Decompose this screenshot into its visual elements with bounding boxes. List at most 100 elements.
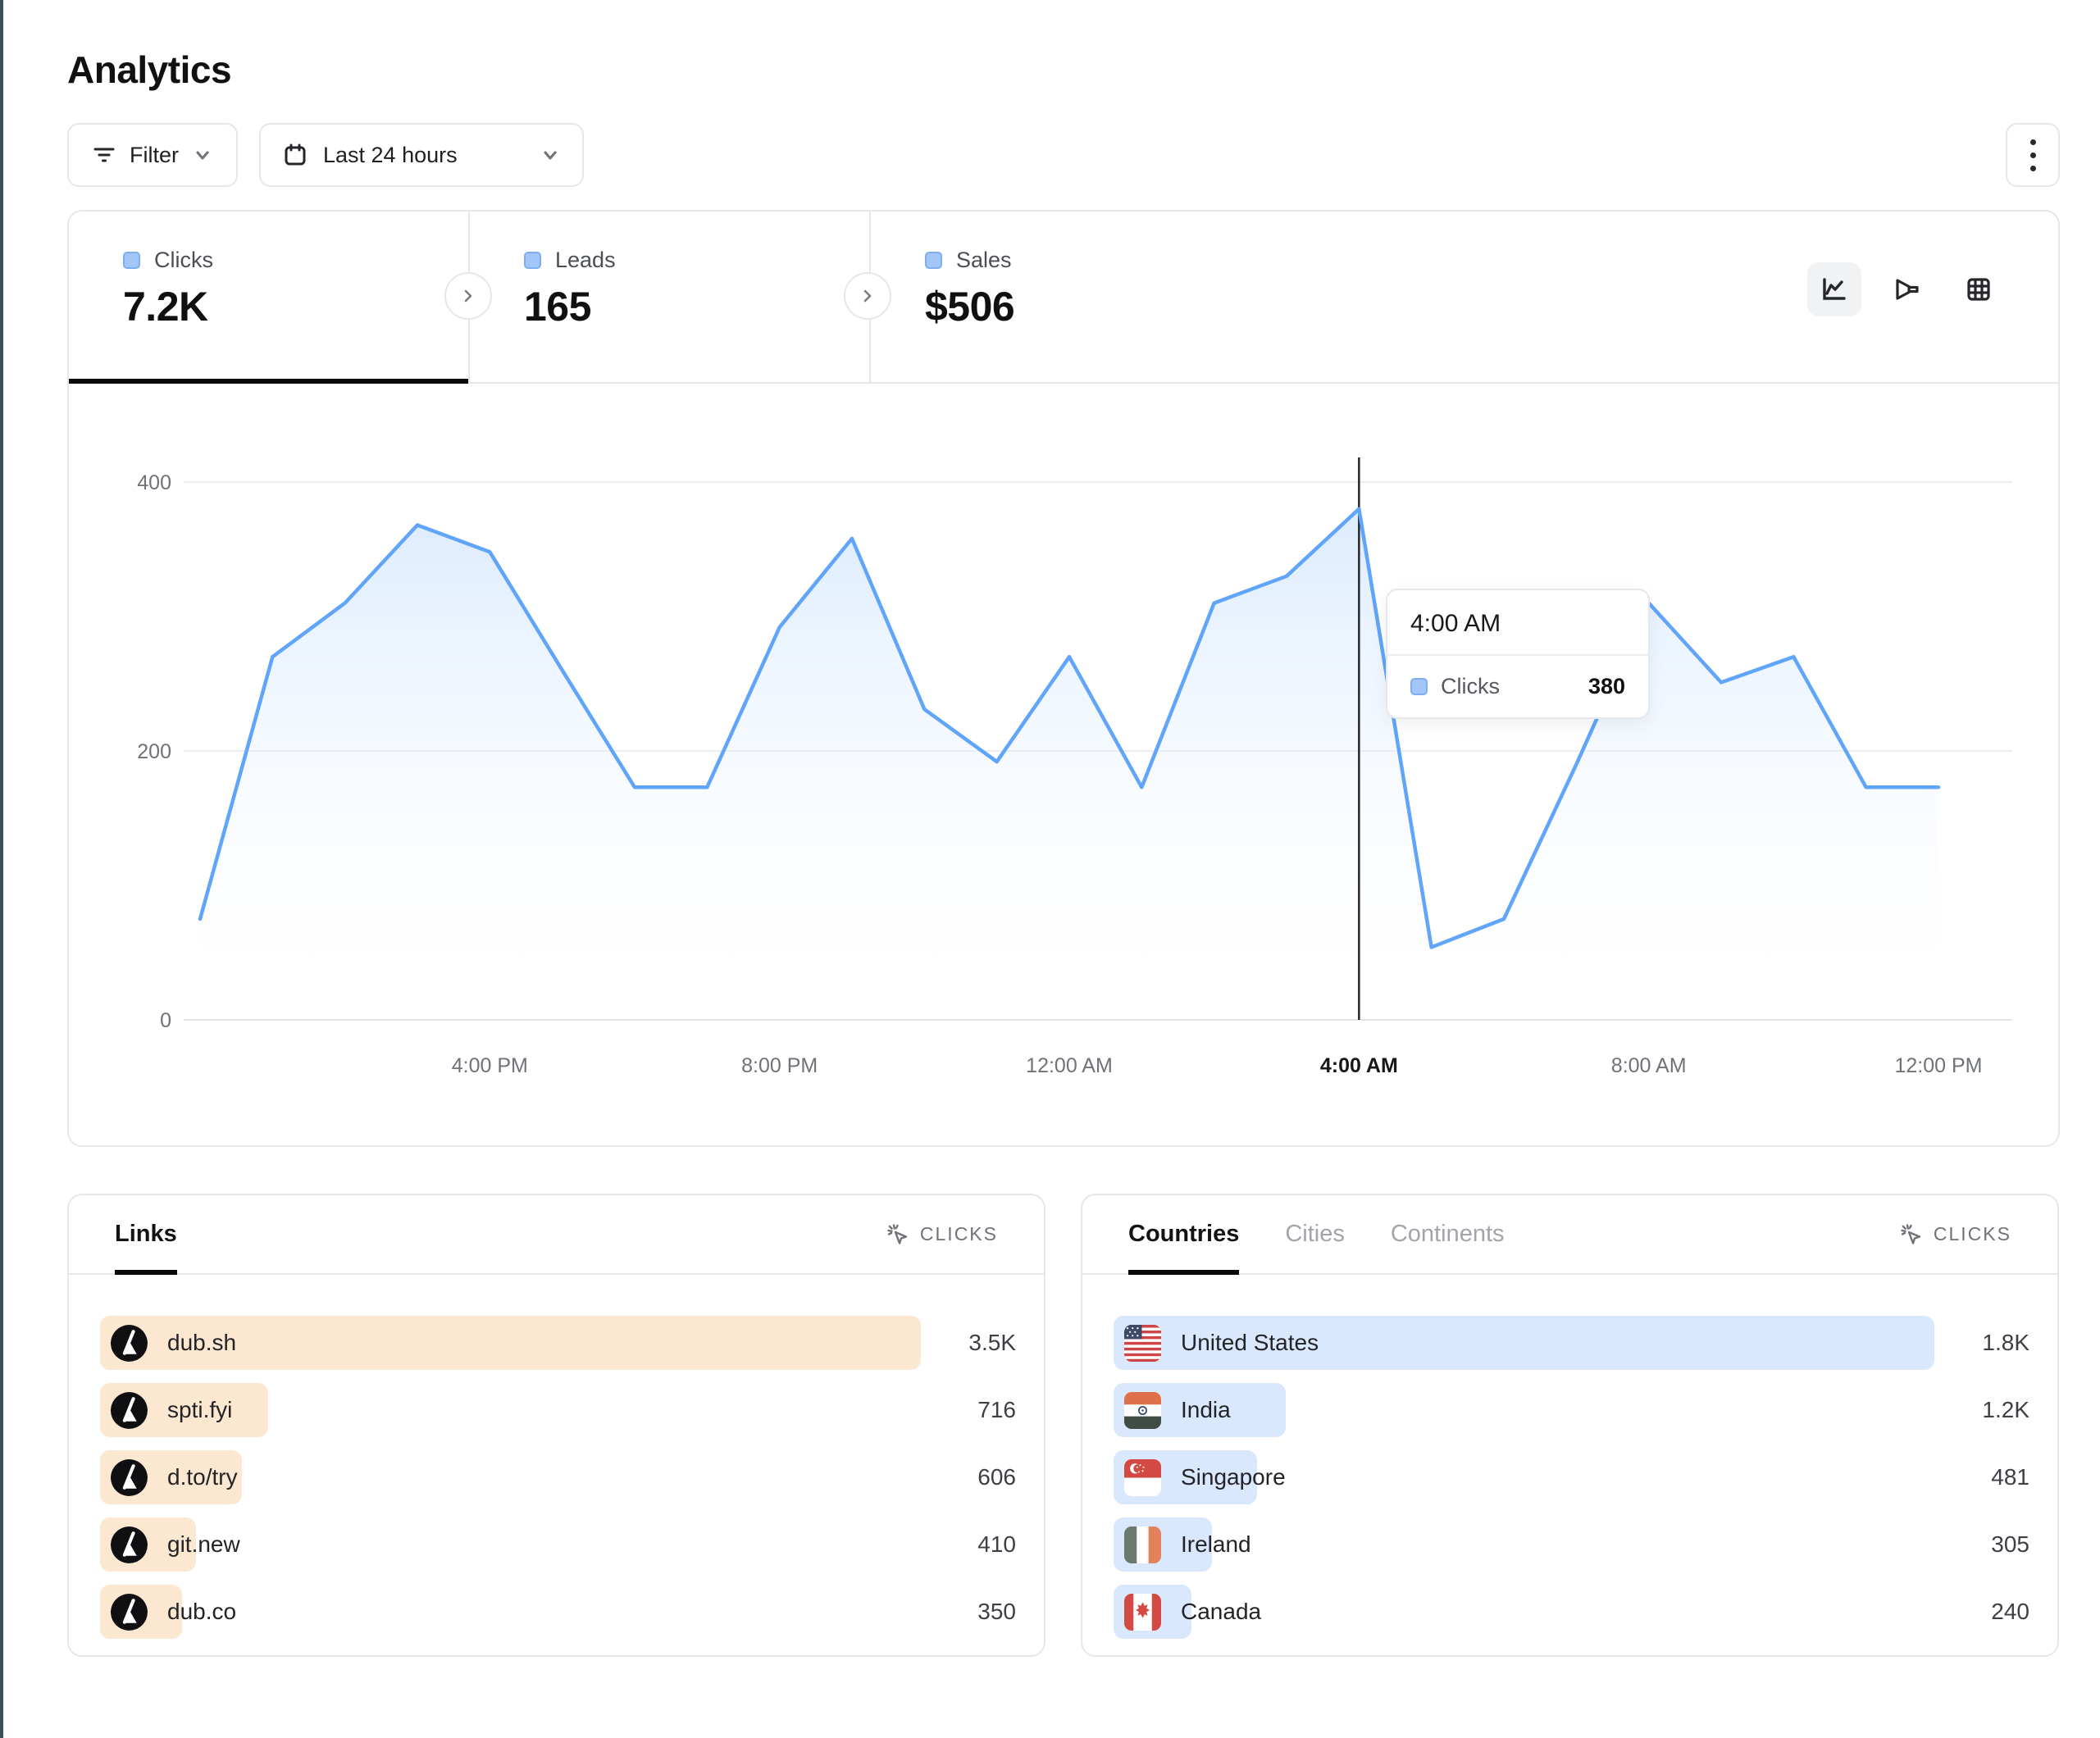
tab-sales[interactable]: Sales $506 bbox=[871, 212, 1273, 382]
tooltip-legend-swatch bbox=[1410, 678, 1428, 695]
canada-flag-icon bbox=[1124, 1594, 1161, 1631]
link-row[interactable]: d.to/try 606 bbox=[100, 1450, 1016, 1504]
country-row[interactable]: India 1.2K bbox=[1114, 1383, 2029, 1437]
countries-rows: United States 1.8K India 1.2K bbox=[1082, 1316, 2057, 1639]
country-clicks: 481 bbox=[1934, 1464, 2029, 1490]
dub-logo-icon bbox=[111, 1459, 148, 1496]
country-clicks: 1.8K bbox=[1934, 1330, 2029, 1356]
india-flag-icon bbox=[1124, 1392, 1161, 1429]
expand-leads-button[interactable] bbox=[844, 272, 891, 320]
filter-button[interactable]: Filter bbox=[67, 123, 238, 187]
chevron-down-icon bbox=[192, 144, 213, 166]
dub-logo-icon bbox=[111, 1526, 148, 1563]
link-clicks: 716 bbox=[921, 1397, 1016, 1423]
countries-tab-label: Countries bbox=[1128, 1221, 1239, 1248]
toolbar: Filter Last 24 hours bbox=[67, 123, 2060, 187]
tab-links[interactable]: Links bbox=[115, 1195, 177, 1273]
clicks-chart: 02004004:00 PM8:00 PM12:00 AM4:00 AM8:00… bbox=[69, 425, 2058, 1113]
country-row[interactable]: United States 1.8K bbox=[1114, 1316, 2029, 1370]
leads-tab-label: Leads bbox=[555, 248, 616, 273]
country-label: Ireland bbox=[1181, 1531, 1251, 1558]
svg-text:12:00 PM: 12:00 PM bbox=[1894, 1054, 1982, 1077]
link-label: dub.sh bbox=[167, 1330, 236, 1356]
cursor-click-icon bbox=[886, 1222, 910, 1247]
more-options-button[interactable] bbox=[2006, 123, 2060, 187]
link-label: spti.fyi bbox=[167, 1397, 232, 1423]
country-row[interactable]: Canada 240 bbox=[1114, 1585, 2029, 1639]
line-chart-view-button[interactable] bbox=[1807, 262, 1861, 316]
svg-text:0: 0 bbox=[160, 1009, 171, 1032]
svg-text:200: 200 bbox=[137, 740, 171, 763]
link-row[interactable]: dub.co 350 bbox=[100, 1585, 1016, 1639]
links-metric-label: CLICKS bbox=[920, 1223, 998, 1245]
clicks-value: 7.2K bbox=[123, 283, 468, 330]
chart-tooltip: 4:00 AM Clicks 380 bbox=[1386, 589, 1650, 719]
countries-metric-label: CLICKS bbox=[1934, 1223, 2011, 1245]
link-label: dub.co bbox=[167, 1599, 236, 1625]
tab-leads[interactable]: Leads 165 bbox=[470, 212, 869, 382]
country-clicks: 305 bbox=[1934, 1531, 2029, 1558]
country-label: United States bbox=[1181, 1330, 1319, 1356]
link-clicks: 410 bbox=[921, 1531, 1016, 1558]
sales-value: $506 bbox=[925, 283, 1273, 330]
link-clicks: 350 bbox=[921, 1599, 1016, 1625]
country-label: India bbox=[1181, 1397, 1231, 1423]
link-row[interactable]: spti.fyi 716 bbox=[100, 1383, 1016, 1437]
country-row[interactable]: Ireland 305 bbox=[1114, 1517, 2029, 1572]
chart-view-toggles bbox=[1807, 262, 2006, 316]
tooltip-series-label: Clicks bbox=[1441, 674, 1500, 699]
stats-row: Clicks 7.2K Leads 165 Sales $506 bbox=[69, 212, 2058, 384]
expand-clicks-button[interactable] bbox=[444, 272, 492, 320]
tooltip-value: 380 bbox=[1588, 674, 1625, 699]
kebab-menu-icon bbox=[2030, 139, 2036, 171]
analytics-card: Clicks 7.2K Leads 165 Sales $506 bbox=[67, 210, 2060, 1147]
link-label: git.new bbox=[167, 1531, 240, 1558]
country-clicks: 1.2K bbox=[1934, 1397, 2029, 1423]
table-view-button[interactable] bbox=[1952, 262, 2006, 316]
sales-legend-swatch bbox=[925, 252, 942, 269]
svg-text:4:00 PM: 4:00 PM bbox=[452, 1054, 528, 1077]
country-label: Singapore bbox=[1181, 1464, 1286, 1490]
svg-text:12:00 AM: 12:00 AM bbox=[1026, 1054, 1113, 1077]
link-row[interactable]: dub.sh 3.5K bbox=[100, 1316, 1016, 1370]
analytics-page: Analytics Filter Last 24 hours bbox=[67, 0, 2060, 1657]
svg-text:8:00 AM: 8:00 AM bbox=[1611, 1054, 1687, 1077]
calendar-icon bbox=[282, 142, 308, 168]
continents-tab-label: Continents bbox=[1391, 1221, 1505, 1248]
tab-clicks[interactable]: Clicks 7.2K bbox=[69, 212, 468, 382]
countries-metric-selector[interactable]: CLICKS bbox=[1899, 1222, 2011, 1247]
singapore-flag-icon bbox=[1124, 1459, 1161, 1496]
line-chart-icon bbox=[1819, 274, 1850, 305]
links-panel: Links CLICKS dub.sh bbox=[67, 1194, 1045, 1657]
funnel-icon bbox=[1891, 274, 1922, 305]
link-label: d.to/try bbox=[167, 1464, 238, 1490]
cities-tab-label: Cities bbox=[1285, 1221, 1345, 1248]
link-clicks: 606 bbox=[921, 1464, 1016, 1490]
table-grid-icon bbox=[1963, 274, 1994, 305]
link-clicks: 3.5K bbox=[921, 1330, 1016, 1356]
dub-logo-icon bbox=[111, 1392, 148, 1429]
tab-continents[interactable]: Continents bbox=[1391, 1195, 1505, 1273]
sales-tab-label: Sales bbox=[956, 248, 1012, 273]
left-edge-strip bbox=[0, 0, 3, 1738]
svg-text:8:00 PM: 8:00 PM bbox=[741, 1054, 818, 1077]
links-tab-label: Links bbox=[115, 1221, 177, 1248]
tab-countries[interactable]: Countries bbox=[1128, 1195, 1239, 1273]
links-rows: dub.sh 3.5K spti.fyi 716 bbox=[69, 1316, 1044, 1639]
ireland-flag-icon bbox=[1124, 1526, 1161, 1563]
country-row[interactable]: Singapore 481 bbox=[1114, 1450, 2029, 1504]
links-metric-selector[interactable]: CLICKS bbox=[886, 1222, 998, 1247]
countries-panel: Countries Cities Continents CLICKS bbox=[1081, 1194, 2059, 1657]
clicks-chart-area[interactable]: 02004004:00 PM8:00 PM12:00 AM4:00 AM8:00… bbox=[69, 384, 2058, 1146]
country-clicks: 240 bbox=[1934, 1599, 2029, 1625]
filter-icon bbox=[92, 143, 116, 167]
leads-legend-swatch bbox=[524, 252, 541, 269]
tab-cities[interactable]: Cities bbox=[1285, 1195, 1345, 1273]
link-row[interactable]: git.new 410 bbox=[100, 1517, 1016, 1572]
clicks-legend-swatch bbox=[123, 252, 140, 269]
date-range-button[interactable]: Last 24 hours bbox=[259, 123, 584, 187]
filter-button-label: Filter bbox=[130, 143, 179, 168]
funnel-view-button[interactable] bbox=[1879, 262, 1934, 316]
page-title: Analytics bbox=[67, 48, 2060, 92]
country-label: Canada bbox=[1181, 1599, 1261, 1625]
